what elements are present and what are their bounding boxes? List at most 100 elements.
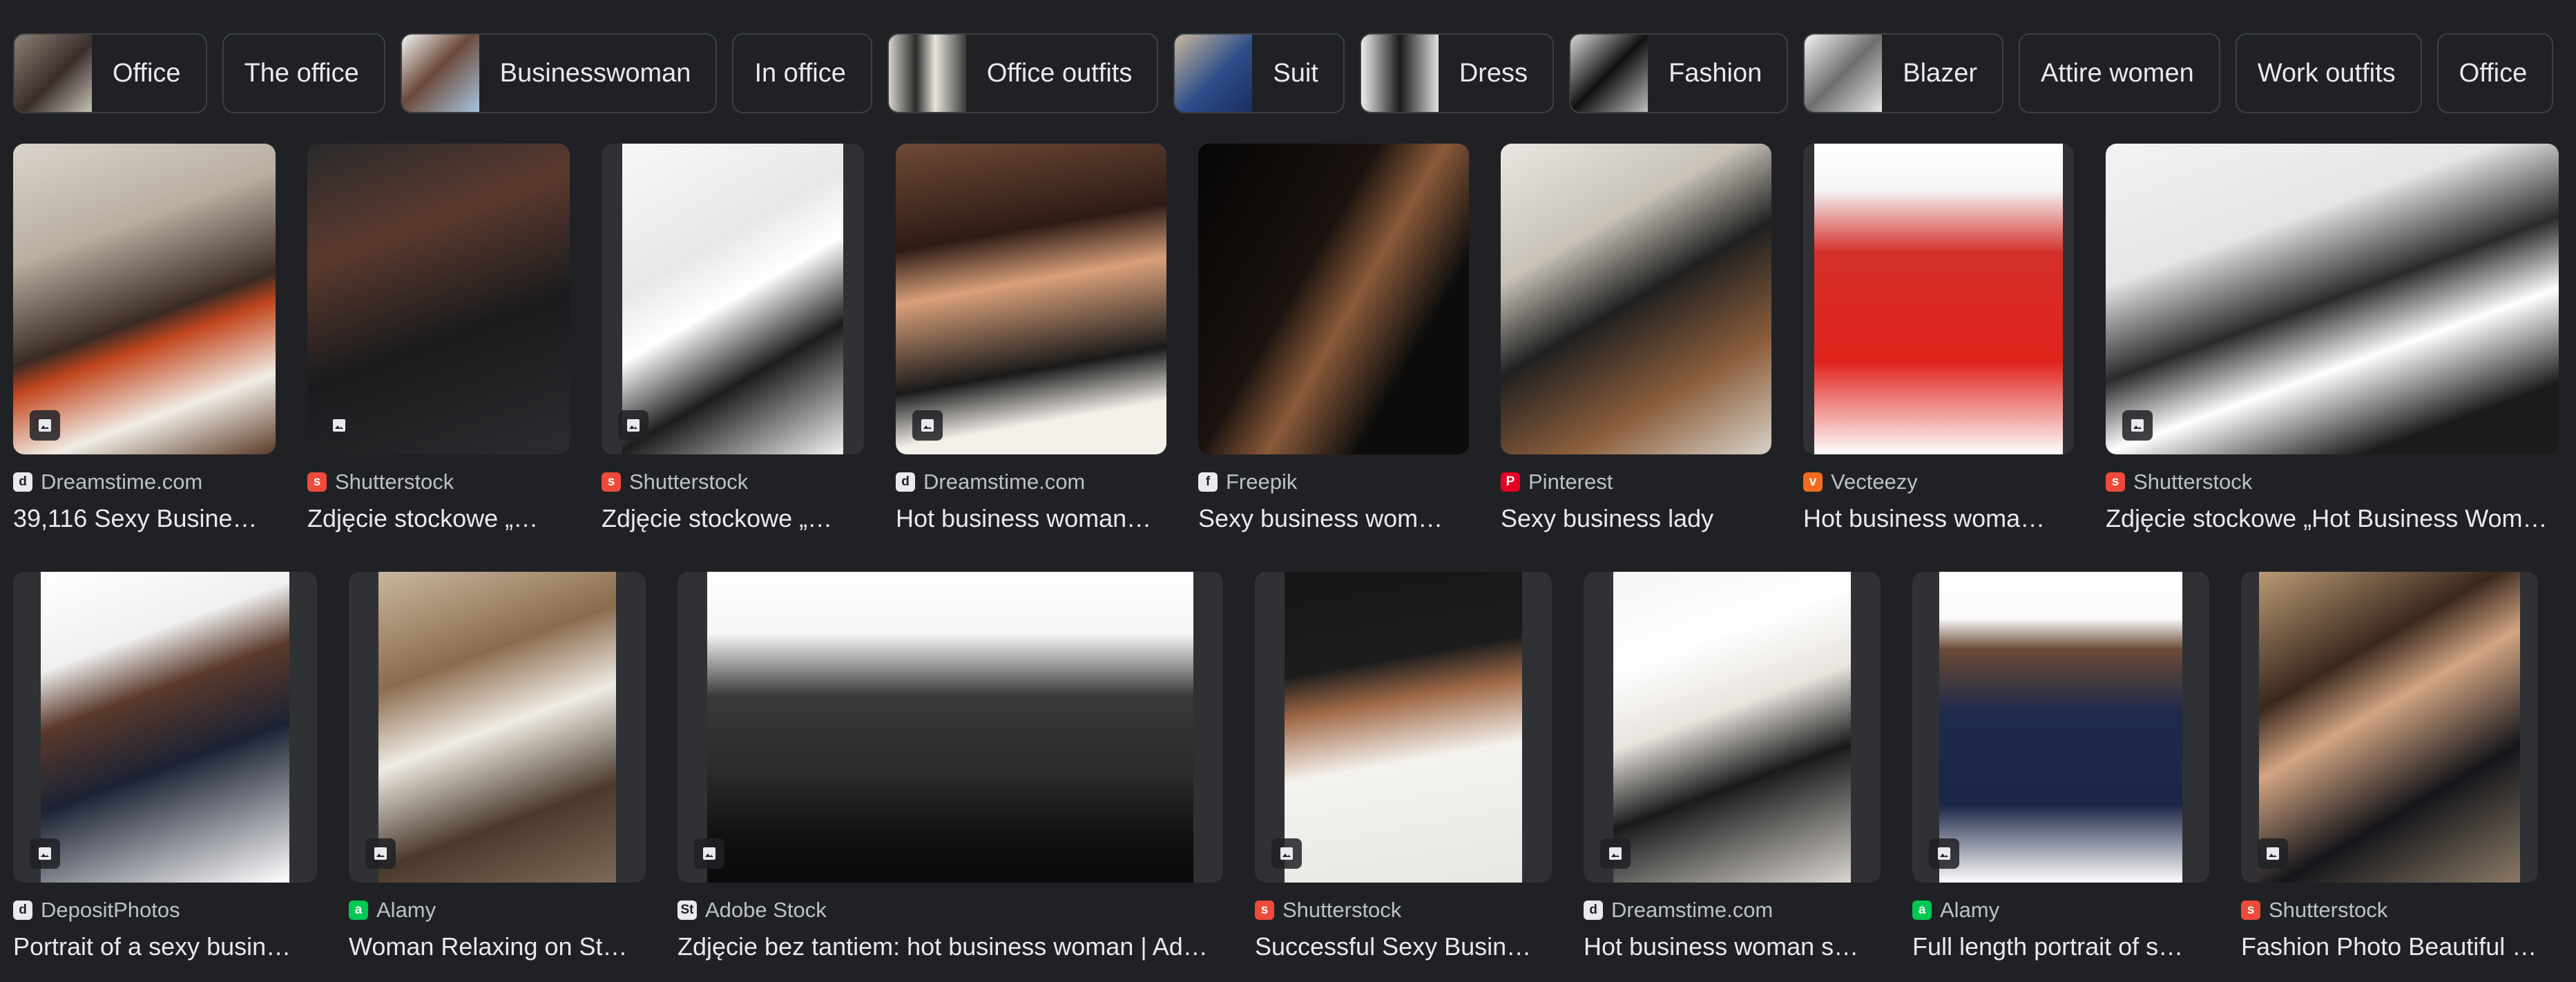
result-photo: [307, 144, 570, 454]
result-title[interactable]: Zdjęcie bez tantiem: hot business woman …: [677, 932, 1223, 961]
alamy-icon: a: [1912, 901, 1932, 920]
result-image[interactable]: [677, 572, 1223, 883]
result-image[interactable]: [13, 144, 276, 454]
result-image[interactable]: [349, 572, 646, 883]
alamy-icon: a: [349, 901, 368, 920]
chip-dress[interactable]: Dress: [1359, 33, 1555, 113]
image-icon: [912, 410, 943, 441]
result-image[interactable]: [1803, 144, 2074, 454]
chip-thumbnail: [401, 35, 479, 112]
image-result[interactable]: d Dreamstime.com 39,116 Sexy Busine…: [13, 144, 276, 533]
chip-work-outfits[interactable]: Work outfits: [2235, 33, 2422, 113]
image-result[interactable]: P Pinterest Sexy business lady: [1501, 144, 1771, 533]
result-image[interactable]: [1198, 144, 1469, 454]
image-result[interactable]: v Vecteezy Hot business woma…: [1803, 144, 2074, 533]
chip-label: Attire women: [2040, 58, 2194, 88]
image-icon: [30, 838, 60, 869]
chip-suit[interactable]: Suit: [1173, 33, 1345, 113]
image-result[interactable]: s Shutterstock Zdjęcie stockowe „…: [307, 144, 570, 533]
result-source: Pinterest: [1528, 470, 1613, 494]
result-photo: [13, 144, 276, 454]
result-title[interactable]: Successful Sexy Busin…: [1255, 932, 1552, 961]
result-source: Freepik: [1226, 470, 1298, 494]
result-image[interactable]: [1501, 144, 1771, 454]
freepik-icon: f: [1198, 472, 1218, 492]
chip-office[interactable]: Office: [13, 33, 207, 113]
result-title[interactable]: Hot business woma…: [1803, 504, 2074, 533]
result-title[interactable]: Woman Relaxing on St…: [349, 932, 646, 961]
result-title[interactable]: Hot business woman s…: [1584, 932, 1881, 961]
result-source: Adobe Stock: [705, 898, 827, 922]
result-source: Shutterstock: [2269, 898, 2388, 922]
chip-fashion[interactable]: Fashion: [1569, 33, 1789, 113]
chip-label: Dress: [1459, 58, 1528, 88]
image-result[interactable]: d DepositPhotos Portrait of a sexy busin…: [13, 572, 317, 961]
result-image[interactable]: [307, 144, 570, 454]
result-image[interactable]: [602, 144, 864, 454]
result-title[interactable]: Full length portrait of s…: [1912, 932, 2209, 961]
image-result[interactable]: a Alamy Full length portrait of s…: [1912, 572, 2209, 961]
result-title[interactable]: Zdjęcie stockowe „Hot Business Wom…: [2106, 504, 2559, 533]
image-result[interactable]: s Shutterstock Zdjęcie stockowe „Hot Bus…: [2106, 144, 2559, 533]
image-icon: [365, 838, 396, 869]
result-image[interactable]: [13, 572, 317, 883]
result-title[interactable]: Zdjęcie stockowe „…: [307, 504, 570, 533]
result-source: Shutterstock: [629, 470, 749, 494]
image-icon: [694, 838, 724, 869]
results-row-1: d Dreamstime.com 39,116 Sexy Busine… s S…: [13, 144, 2559, 533]
chip-office-outfits[interactable]: Office outfits: [887, 33, 1159, 113]
image-icon: [324, 410, 354, 441]
chip-in-office[interactable]: In office: [732, 33, 872, 113]
result-photo: [1198, 144, 1469, 454]
chip-thumbnail: [1805, 35, 1883, 112]
image-icon: [1271, 838, 1302, 869]
result-source: Vecteezy: [1831, 470, 1918, 494]
result-image[interactable]: [1912, 572, 2209, 883]
result-title[interactable]: Portrait of a sexy busin…: [13, 932, 317, 961]
shutterstock-icon: s: [1255, 901, 1274, 920]
result-photo: [1613, 572, 1851, 883]
chip-businesswoman[interactable]: Businesswoman: [400, 33, 718, 113]
result-title[interactable]: Hot business woman…: [896, 504, 1166, 533]
chip-blazer[interactable]: Blazer: [1803, 33, 2003, 113]
result-photo: [40, 572, 290, 883]
chip-office-2[interactable]: Office: [2436, 33, 2554, 113]
adobe-stock-icon: St: [677, 901, 697, 920]
result-title[interactable]: 39,116 Sexy Busine…: [13, 504, 276, 533]
result-image[interactable]: [1584, 572, 1881, 883]
result-title[interactable]: Sexy business wom…: [1198, 504, 1469, 533]
result-photo: [2106, 144, 2559, 454]
result-title[interactable]: Zdjęcie stockowe „…: [602, 504, 864, 533]
result-photo: [707, 572, 1193, 883]
image-result[interactable]: d Dreamstime.com Hot business woman s…: [1584, 572, 1881, 961]
result-image[interactable]: [1255, 572, 1552, 883]
result-image[interactable]: [896, 144, 1166, 454]
dreamstime-icon: d: [896, 472, 915, 492]
chip-label: Suit: [1273, 58, 1318, 88]
chip-thumbnail: [1570, 35, 1649, 112]
result-image[interactable]: [2106, 144, 2559, 454]
chip-thumbnail: [888, 35, 966, 112]
chip-thumbnail: [15, 35, 92, 112]
chip-label: Office: [2459, 58, 2528, 88]
image-result[interactable]: f Freepik Sexy business wom…: [1198, 144, 1469, 533]
image-result[interactable]: d Dreamstime.com Hot business woman…: [896, 144, 1166, 533]
image-result[interactable]: St Adobe Stock Zdjęcie bez tantiem: hot …: [677, 572, 1223, 961]
image-result[interactable]: s Shutterstock Fashion Photo Beautiful …: [2241, 572, 2538, 961]
image-result[interactable]: s Shutterstock Zdjęcie stockowe „…: [602, 144, 864, 533]
chip-label: Work outfits: [2257, 58, 2396, 88]
result-source: Shutterstock: [335, 470, 454, 494]
result-title[interactable]: Fashion Photo Beautiful …: [2241, 932, 2538, 961]
result-title[interactable]: Sexy business lady: [1501, 504, 1771, 533]
chip-label: Blazer: [1903, 58, 1977, 88]
chip-label: Fashion: [1669, 58, 1762, 88]
image-result[interactable]: a Alamy Woman Relaxing on St…: [349, 572, 646, 961]
result-source: Dreamstime.com: [41, 470, 203, 494]
image-result[interactable]: s Shutterstock Successful Sexy Busin…: [1255, 572, 1552, 961]
result-photo: [1814, 144, 2064, 454]
chip-the-office[interactable]: The office: [222, 33, 385, 113]
chip-attire-women[interactable]: Attire women: [2018, 33, 2220, 113]
result-image[interactable]: [2241, 572, 2538, 883]
image-icon: [1929, 838, 1959, 869]
result-photo: [1285, 572, 1522, 883]
